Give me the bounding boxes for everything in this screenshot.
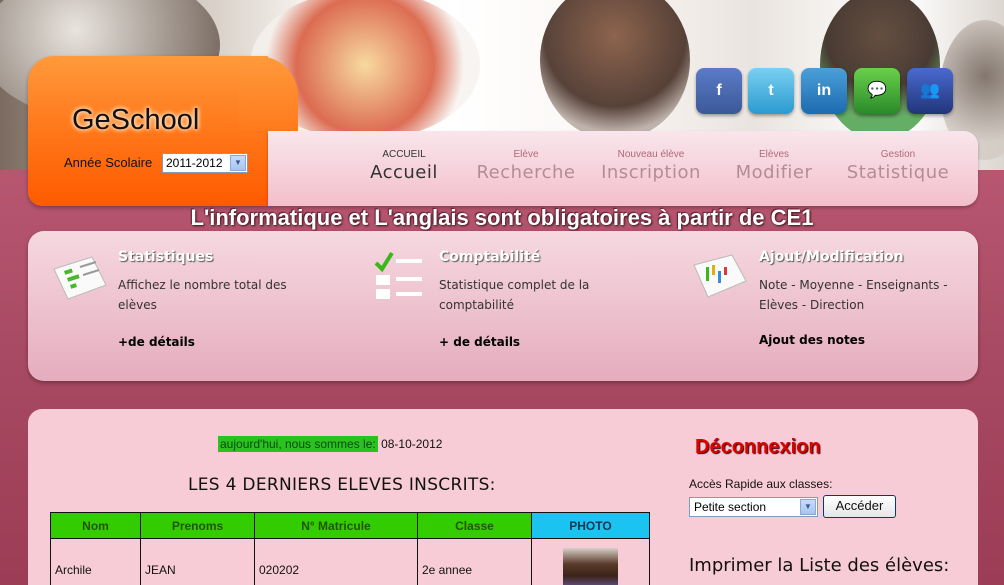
feature-title: Statistiques (118, 249, 214, 265)
nav-item-label: Statistique (846, 162, 950, 183)
feature-title: Ajout/Modification (759, 249, 904, 265)
nav-item-accueil[interactable]: ACCUEIL Accueil (368, 149, 440, 183)
column-header: PHOTO (531, 512, 650, 539)
cell-photo (531, 538, 650, 585)
latest-students-table: Nom Prenoms N° Matricule Classe PHOTO Ar… (50, 512, 650, 585)
quick-access-label: Accès Rapide aux classes: (689, 477, 833, 491)
today-date: 08-10-2012 (381, 437, 443, 451)
student-photo (563, 548, 618, 585)
ajout-notes-link[interactable]: Ajout des notes (759, 333, 865, 347)
linkedin-icon[interactable]: in (801, 68, 847, 114)
chevron-down-icon[interactable]: ▼ (230, 155, 246, 171)
nav-item-label: Recherche (476, 162, 576, 183)
print-list-title: Imprimer la Liste des élèves: (689, 555, 950, 576)
tagline: L'informatique et L'anglais sont obligat… (190, 205, 814, 230)
column-header: N° Matricule (254, 512, 418, 539)
features-panel: Statistiques Affichez le nombre total de… (28, 231, 978, 381)
nav-item-sub-label: Nouveau élève (617, 149, 685, 160)
nav-item-sub-label: Elève (513, 149, 539, 160)
column-header: Nom (50, 512, 141, 539)
nav-item-sub-label: Elèves (758, 149, 789, 160)
nav-item-label: Accueil (370, 162, 438, 183)
main-nav: ACCUEIL Accueil Elève Recherche Nouveau … (268, 131, 978, 206)
cell-matricule: 020202 (254, 538, 418, 585)
checklist-icon (374, 251, 422, 299)
nav-item-sub-label: Gestion (880, 149, 916, 160)
feature-comptabilite: Comptabilité Statistique complet de la c… (439, 249, 619, 315)
nav-item-modifier[interactable]: Elèves Modifier (728, 149, 820, 183)
feature-description: Statistique complet de la comptabilité (439, 278, 590, 312)
twitter-icon[interactable]: t (748, 68, 794, 114)
chat-icon[interactable]: 💬 (854, 68, 900, 114)
feature-description: Note - Moyenne - Enseignants - Elèves - … (759, 278, 948, 312)
class-select[interactable]: Petite section ▼ (689, 497, 818, 517)
nav-item-inscription[interactable]: Nouveau élève Inscription (598, 149, 704, 183)
feature-statistiques: Statistiques Affichez le nombre total de… (118, 249, 298, 315)
stats-details-link[interactable]: +de détails (118, 335, 195, 349)
banner-photo-girl (540, 0, 690, 140)
nav-item-recherche[interactable]: Elève Recherche (476, 149, 576, 183)
cell-nom: Archile (50, 538, 141, 585)
school-year-value: 2011-2012 (166, 156, 223, 170)
table-row[interactable]: Archile JEAN 020202 2e annee (50, 538, 650, 585)
school-year-select[interactable]: 2011-2012 ▼ (162, 153, 248, 173)
stats-sheet-icon (53, 256, 107, 300)
cell-prenoms: JEAN (140, 538, 255, 585)
app-logo[interactable]: GeSchool (72, 104, 199, 137)
feature-title: Comptabilité (439, 249, 541, 265)
column-header: Classe (417, 512, 532, 539)
chart-sheet-icon (693, 254, 747, 298)
messenger-icon[interactable]: 👥 (907, 68, 953, 114)
today-label: aujourd'hui, nous sommes le: (218, 436, 378, 452)
class-select-value: Petite section (694, 500, 767, 514)
nav-item-label: Modifier (735, 162, 813, 183)
school-year-label: Année Scolaire (64, 155, 153, 170)
today-line: aujourd'hui, nous sommes le: 08-10-2012 (218, 436, 443, 452)
nav-item-label: Inscription (601, 162, 701, 183)
table-header-row: Nom Prenoms N° Matricule Classe PHOTO (50, 512, 650, 539)
feature-ajout-modification: Ajout/Modification Note - Moyenne - Ense… (759, 249, 949, 315)
latest-students-title: LES 4 DERNIERS ELEVES INSCRITS: (188, 475, 496, 495)
feature-description: Affichez le nombre total des elèves (118, 278, 287, 312)
logout-link[interactable]: Déconnexion (695, 436, 821, 459)
facebook-icon[interactable]: f (696, 68, 742, 114)
cell-classe: 2e annee (417, 538, 532, 585)
nav-item-statistique[interactable]: Gestion Statistique (844, 149, 952, 183)
nav-item-sub-label: ACCUEIL (382, 149, 426, 160)
comptabilite-details-link[interactable]: + de détails (439, 335, 520, 349)
column-header: Prenoms (140, 512, 255, 539)
access-button[interactable]: Accéder (823, 495, 896, 518)
chevron-down-icon[interactable]: ▼ (800, 499, 816, 515)
